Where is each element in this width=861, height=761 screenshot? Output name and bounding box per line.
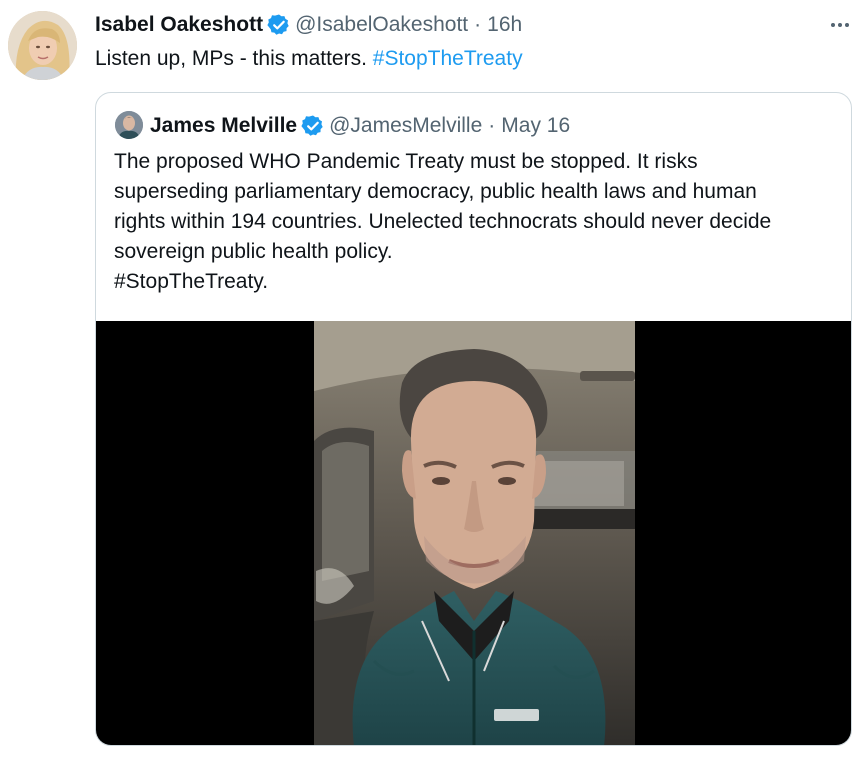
- quoted-text-line: The proposed WHO Pandemic Treaty must be…: [114, 150, 698, 173]
- quoted-tweet-text: The proposed WHO Pandemic Treaty must be…: [114, 147, 844, 297]
- tweet-timestamp[interactable]: 16h: [487, 13, 522, 37]
- quoted-author-avatar[interactable]: [115, 111, 143, 139]
- quoted-text-line: #StopTheTreaty.: [114, 270, 269, 293]
- quoted-tweet-date[interactable]: May 16: [501, 114, 570, 138]
- hashtag-link[interactable]: #StopTheTreaty: [373, 47, 523, 70]
- quoted-author-handle[interactable]: @JamesMelville: [329, 114, 482, 138]
- quoted-text-line: rights within 194 countries. Unelected t…: [114, 210, 772, 233]
- author-name[interactable]: Isabel Oakeshott: [95, 13, 263, 37]
- quoted-author-name[interactable]: James Melville: [150, 114, 297, 138]
- author-handle[interactable]: @IsabelOakeshott: [295, 13, 468, 37]
- quoted-tweet[interactable]: James Melville @JamesMelville · May 16 T…: [95, 92, 852, 746]
- separator-dot: ·: [488, 114, 496, 137]
- verified-badge-icon: [301, 114, 325, 138]
- video-player[interactable]: [96, 321, 851, 745]
- author-avatar[interactable]: [8, 11, 77, 80]
- tweet-text: Listen up, MPs - this matters. #StopTheT…: [95, 44, 523, 74]
- quoted-text-line: superseding parliamentary democracy, pub…: [114, 180, 757, 203]
- tweet[interactable]: Isabel Oakeshott @IsabelOakeshott · 16h …: [0, 0, 861, 761]
- quoted-tweet-header: James Melville @JamesMelville · May 16: [150, 110, 570, 142]
- quoted-text-line: sovereign public health policy.: [114, 240, 393, 263]
- tweet-text-body: Listen up, MPs - this matters.: [95, 47, 373, 70]
- tweet-header: Isabel Oakeshott @IsabelOakeshott · 16h: [95, 9, 522, 41]
- video-thumbnail[interactable]: [314, 321, 635, 745]
- separator-dot: ·: [474, 13, 482, 36]
- more-options-icon[interactable]: [824, 13, 856, 37]
- verified-badge-icon: [267, 13, 291, 37]
